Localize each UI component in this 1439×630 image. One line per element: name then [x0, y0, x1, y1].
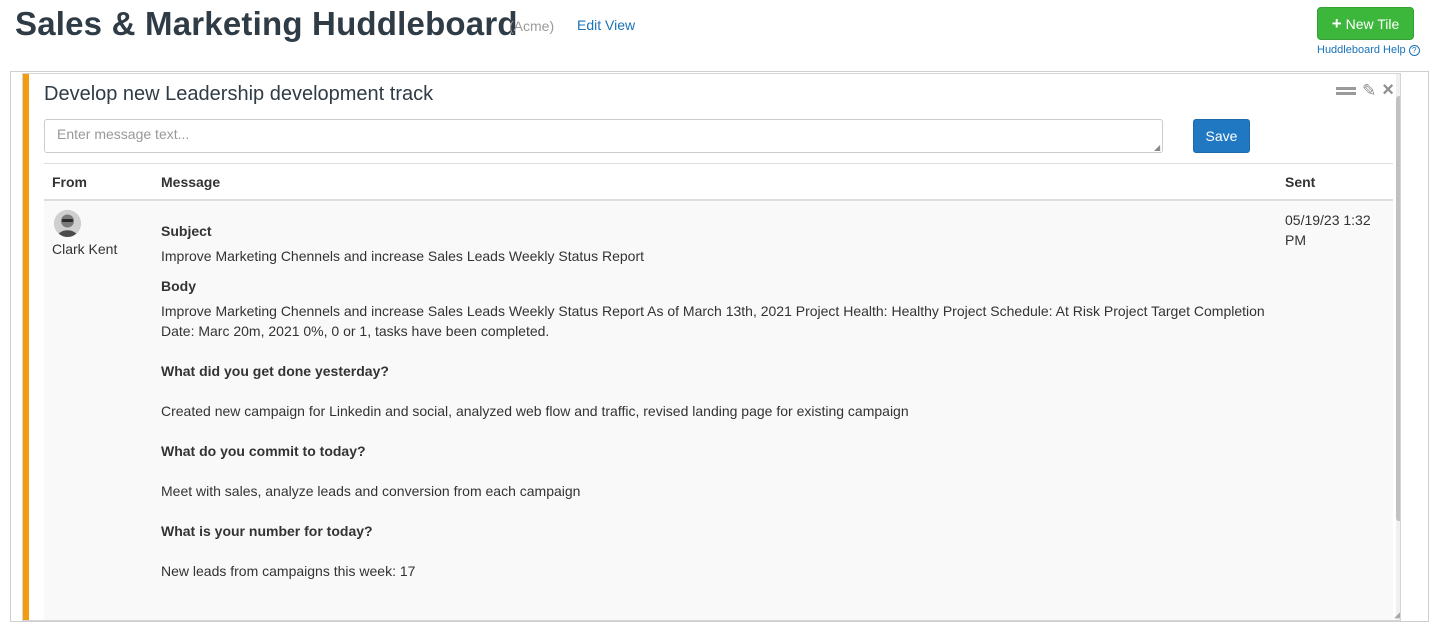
- avatar-image-icon: [54, 210, 81, 237]
- sent-time: 05/19/23 1:32 PM: [1285, 212, 1371, 248]
- subject-label: Subject: [161, 223, 212, 239]
- save-button[interactable]: Save: [1193, 119, 1250, 153]
- table-header: From Message Sent: [44, 163, 1393, 201]
- message-content: Subject Improve Marketing Chennels and i…: [161, 221, 1276, 581]
- tile-accent-bar: [23, 74, 29, 620]
- message-tile: Develop new Leadership development track…: [22, 73, 1401, 621]
- page-title: Sales & Marketing Huddleboard: [15, 5, 518, 42]
- body-label: Body: [161, 278, 196, 294]
- new-tile-button[interactable]: + New Tile: [1317, 7, 1414, 40]
- question-today: What do you commit to today?: [161, 443, 366, 459]
- close-icon[interactable]: ×: [1382, 80, 1394, 100]
- scrollbar-thumb[interactable]: [1396, 96, 1400, 521]
- help-link-label: Huddleboard Help: [1317, 44, 1406, 56]
- question-number: What is your number for today?: [161, 523, 373, 539]
- subject-text: Improve Marketing Chennels and increase …: [161, 248, 644, 264]
- drag-handle-icon[interactable]: [1336, 85, 1356, 95]
- body-text: Improve Marketing Chennels and increase …: [161, 303, 1265, 339]
- edit-icon[interactable]: ✎: [1362, 82, 1376, 99]
- new-tile-label: New Tile: [1345, 15, 1400, 32]
- tile-resize-icon[interactable]: ◢: [1394, 609, 1400, 620]
- help-circle-icon: ?: [1408, 44, 1420, 56]
- huddleboard-help-link[interactable]: Huddleboard Help ?: [1317, 44, 1420, 56]
- message-input[interactable]: [44, 119, 1163, 153]
- org-label: (Acme): [509, 18, 555, 34]
- answer-number: New leads from campaigns this week: 17: [161, 563, 416, 579]
- column-header-from: From: [52, 174, 87, 190]
- table-row: Clark Kent Subject Improve Marketing Che…: [44, 201, 1393, 620]
- tile-scrollbar[interactable]: [1396, 74, 1400, 620]
- column-header-sent: Sent: [1285, 174, 1316, 190]
- answer-today: Meet with sales, analyze leads and conve…: [161, 483, 581, 499]
- huddleboard-area: Develop new Leadership development track…: [10, 71, 1429, 622]
- question-yesterday: What did you get done yesterday?: [161, 363, 389, 379]
- edit-view-link[interactable]: Edit View: [577, 17, 635, 33]
- sender-name: Clark Kent: [52, 241, 118, 257]
- page-header: Sales & Marketing Huddleboard (Acme) Edi…: [0, 0, 1439, 70]
- plus-icon: +: [1331, 14, 1342, 33]
- avatar: [54, 210, 81, 237]
- column-header-message: Message: [161, 174, 221, 190]
- textarea-resize-icon[interactable]: ◢: [1154, 143, 1160, 152]
- tile-controls: ✎ ×: [1336, 80, 1394, 100]
- answer-yesterday: Created new campaign for Linkedin and so…: [161, 403, 909, 419]
- tile-title: Develop new Leadership development track: [44, 83, 434, 105]
